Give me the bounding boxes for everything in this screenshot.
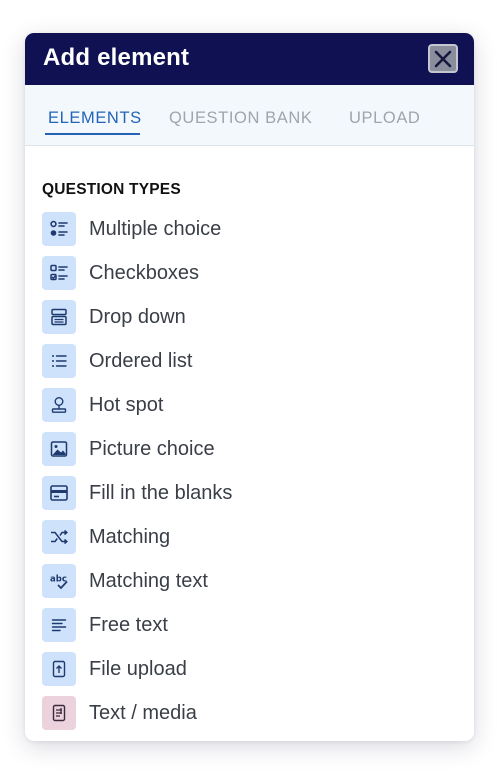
- item-label: Text / media: [89, 701, 197, 724]
- item-label: Picture choice: [89, 437, 215, 460]
- checkboxes-icon: [50, 264, 68, 281]
- svg-text:abc: abc: [50, 575, 67, 585]
- list-item-ordered-list[interactable]: Ordered list: [42, 339, 442, 383]
- tab-question-bank[interactable]: QUESTION BANK: [169, 109, 313, 128]
- list-item-matching[interactable]: Matching: [42, 515, 442, 559]
- question-type-list: Multiple choice Checkboxes Drop down Ord…: [42, 207, 442, 735]
- text-media-icon: [52, 704, 66, 722]
- list-item-text-media[interactable]: Text / media: [42, 691, 442, 735]
- file-upload-icon: [52, 660, 66, 678]
- dialog-title: Add element: [43, 44, 190, 71]
- text-lines-icon: [51, 619, 67, 632]
- fill-blanks-icon: [50, 485, 68, 501]
- multiple-choice-icon: [50, 220, 68, 236]
- list-item-free-text[interactable]: Free text: [42, 603, 442, 647]
- item-label: Matching: [89, 525, 171, 548]
- item-label: Matching text: [89, 569, 208, 592]
- dropdown-icon: [51, 308, 67, 326]
- shuffle-icon: [51, 529, 68, 545]
- hot-spot-icon: [51, 397, 67, 413]
- list-item-file-upload[interactable]: File upload: [42, 647, 442, 691]
- tab-elements[interactable]: ELEMENTS: [48, 109, 142, 128]
- list-item-checkboxes[interactable]: Checkboxes: [42, 251, 442, 295]
- item-label: Checkboxes: [89, 261, 200, 284]
- item-label: Fill in the blanks: [89, 481, 233, 504]
- section-title: QUESTION TYPES: [42, 181, 181, 198]
- active-tab-indicator: [45, 133, 140, 135]
- close-button[interactable]: [428, 44, 458, 73]
- tab-upload[interactable]: UPLOAD: [349, 109, 420, 128]
- picture-icon: [50, 441, 68, 457]
- list-item-picture-choice[interactable]: Picture choice: [42, 427, 442, 471]
- item-label: Hot spot: [89, 393, 164, 416]
- abc-check-icon: abc: [50, 575, 68, 590]
- list-item-hot-spot[interactable]: Hot spot: [42, 383, 442, 427]
- item-label: Free text: [89, 613, 168, 636]
- close-icon: [434, 50, 452, 67]
- list-item-matching-text[interactable]: abc Matching text: [42, 559, 442, 603]
- list-item-drop-down[interactable]: Drop down: [42, 295, 442, 339]
- item-label: File upload: [89, 657, 187, 680]
- list-item-multiple-choice[interactable]: Multiple choice: [42, 207, 442, 251]
- ordered-list-icon: [52, 355, 67, 367]
- tab-bar: ELEMENTS QUESTION BANK UPLOAD: [25, 85, 474, 146]
- item-label: Multiple choice: [89, 217, 222, 240]
- item-label: Drop down: [89, 305, 186, 328]
- list-item-fill-in-the-blanks[interactable]: Fill in the blanks: [42, 471, 442, 515]
- dialog-header: Add element: [25, 33, 474, 85]
- item-label: Ordered list: [89, 349, 193, 372]
